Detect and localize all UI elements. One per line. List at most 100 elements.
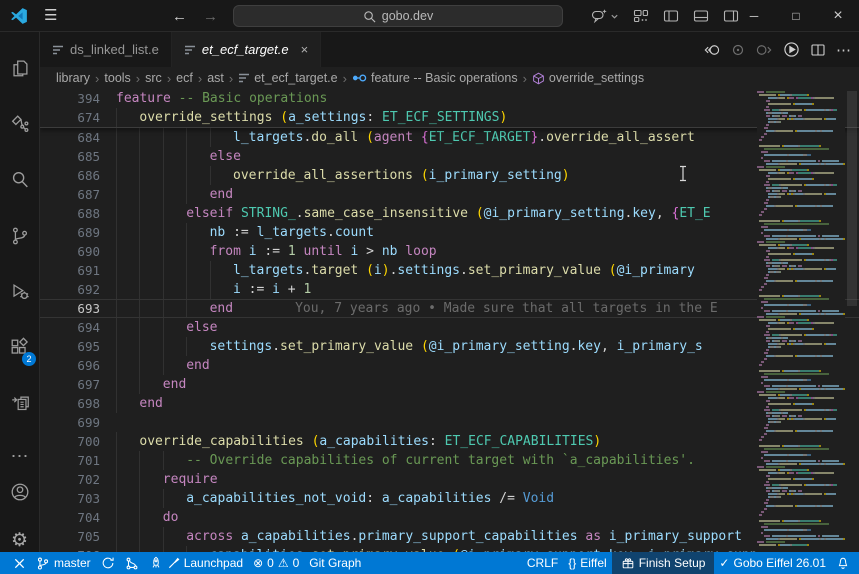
source-control-icon[interactable] (0, 216, 39, 256)
code-line-700[interactable]: 700 override_capabilities (a_capabilities… (40, 432, 859, 451)
nav-circle-icon[interactable] (730, 42, 746, 58)
code-line-703[interactable]: 703 a_capabilities_not_void: a_capabiliti… (40, 489, 859, 508)
editor-scrollbar[interactable] (845, 89, 859, 552)
breadcrumb-item[interactable]: library (56, 71, 90, 85)
breadcrumb-item[interactable]: src (145, 71, 162, 85)
line-number[interactable]: 704 (40, 508, 100, 527)
line-number[interactable]: 695 (40, 337, 100, 356)
search-view-icon[interactable] (0, 160, 39, 200)
code-editor[interactable]: 394 feature -- Basic operations 674 overrid… (40, 89, 859, 552)
code-line-697[interactable]: 697 end (40, 375, 859, 394)
tab-ds_linked_list-e[interactable]: ds_linked_list.e (40, 32, 172, 67)
remote-indicator[interactable] (8, 552, 31, 574)
line-number[interactable]: 394 (40, 89, 100, 108)
run-debug-icon[interactable] (0, 272, 39, 312)
minimap[interactable] (757, 89, 845, 552)
code-line-693[interactable]: 693 end You, 7 years ago • Made sure that … (40, 299, 859, 318)
customize-layout-icon[interactable] (633, 8, 649, 24)
notifications-bell[interactable] (831, 552, 855, 574)
line-number[interactable]: 698 (40, 394, 100, 413)
line-number[interactable]: 701 (40, 451, 100, 470)
line-number[interactable]: 697 (40, 375, 100, 394)
line-number[interactable]: 693 (40, 300, 100, 317)
launchpad-item[interactable]: Launchpad (144, 552, 248, 574)
toggle-sidebar-icon[interactable] (663, 8, 679, 24)
code-line-686[interactable]: 686 override_all_assertions (i_primary_se… (40, 166, 859, 185)
git-branch-item[interactable]: master (31, 552, 96, 574)
code-line-698[interactable]: 698 end (40, 394, 859, 413)
code-line-705[interactable]: 705 across a_capabilities.primary_support… (40, 527, 859, 546)
nav-back-circle-icon[interactable] (703, 42, 720, 58)
line-number[interactable]: 674 (40, 108, 100, 127)
line-number[interactable]: 688 (40, 204, 100, 223)
command-center-search[interactable]: gobo.dev (233, 5, 563, 27)
sticky-scroll[interactable]: 394 feature -- Basic operations 674 overrid… (40, 89, 859, 128)
line-number[interactable]: 703 (40, 489, 100, 508)
code-line-704[interactable]: 704 do (40, 508, 859, 527)
line-number[interactable]: 687 (40, 185, 100, 204)
sync-button[interactable] (96, 552, 120, 574)
maximize-button[interactable]: □ (775, 0, 817, 32)
line-number[interactable]: 686 (40, 166, 100, 185)
environment-item[interactable]: ✓ Gobo Eiffel 26.01 (714, 552, 831, 574)
line-number[interactable]: 691 (40, 261, 100, 280)
code-line-690[interactable]: 690 from i := 1 until i > nb loop (40, 242, 859, 261)
breadcrumb-item[interactable]: ecf (176, 71, 193, 85)
additional-views-icon[interactable]: ⋯ (0, 436, 39, 476)
explorer-icon[interactable] (0, 48, 39, 88)
nav-back-arrow[interactable]: ← (172, 8, 187, 25)
line-number[interactable]: 694 (40, 318, 100, 337)
breadcrumb-item[interactable]: ast (207, 71, 224, 85)
nav-forward-arrow[interactable]: → (203, 8, 218, 25)
minimize-button[interactable]: ─ (733, 0, 775, 32)
breadcrumb-item[interactable]: tools (104, 71, 130, 85)
line-number[interactable]: 690 (40, 242, 100, 261)
nav-forward-circle-icon[interactable] (756, 42, 773, 58)
line-number[interactable]: 692 (40, 280, 100, 299)
code-line-691[interactable]: 691 l_targets.target (i).settings.set_pri… (40, 261, 859, 280)
code-line-702[interactable]: 702 require (40, 470, 859, 489)
line-number[interactable]: 700 (40, 432, 100, 451)
line-number[interactable]: 696 (40, 356, 100, 375)
git-graph-button[interactable]: Git Graph (304, 552, 366, 574)
tab-close-icon[interactable]: × (301, 42, 309, 57)
tab-et_ecf_target-e[interactable]: et_ecf_target.e × (171, 32, 322, 67)
code-line-394[interactable]: 394 feature -- Basic operations (40, 89, 859, 108)
finish-setup-item[interactable]: Finish Setup (611, 552, 715, 574)
graph-edit-extension-icon[interactable] (0, 104, 39, 144)
code-line-701[interactable]: 701 -- Override capabilities of current t… (40, 451, 859, 470)
menu-icon[interactable]: ☰ (44, 0, 57, 32)
eol-indicator[interactable]: CRLF (522, 552, 563, 574)
code-line-688[interactable]: 688 elseif STRING_.same_case_insensitive … (40, 204, 859, 223)
code-line-689[interactable]: 689 nb := l_targets.count (40, 223, 859, 242)
language-mode[interactable]: {} Eiffel (563, 552, 611, 574)
code-line-685[interactable]: 685 else (40, 147, 859, 166)
line-number[interactable]: 684 (40, 128, 100, 147)
line-number[interactable]: 689 (40, 223, 100, 242)
code-line-692[interactable]: 692 i := i + 1 (40, 280, 859, 299)
run-icon[interactable] (783, 41, 800, 58)
code-line-694[interactable]: 694 else (40, 318, 859, 337)
extensions-icon[interactable]: 2 (0, 328, 39, 368)
breadcrumb-item[interactable]: override_settings (532, 71, 644, 85)
line-number[interactable]: 705 (40, 527, 100, 546)
code-line-695[interactable]: 695 settings.set_primary_value (@i_primar… (40, 337, 859, 356)
code-line-674[interactable]: 674 override_settings (a_settings: ET_ECF… (40, 108, 859, 127)
close-button[interactable]: × (817, 0, 859, 32)
code-line-684[interactable]: 684 l_targets.do_all (agent {ET_ECF_TARGE… (40, 128, 859, 147)
toggle-panel-icon[interactable] (693, 8, 709, 24)
split-editor-icon[interactable] (810, 42, 826, 58)
line-number[interactable]: 685 (40, 147, 100, 166)
code-line-699[interactable]: 699 (40, 413, 859, 432)
breadcrumb-item[interactable]: et_ecf_target.e (238, 71, 338, 85)
scrollbar-thumb[interactable] (847, 91, 857, 306)
code-line-687[interactable]: 687 end (40, 185, 859, 204)
line-number[interactable]: 702 (40, 470, 100, 489)
copilot-button[interactable] (591, 8, 619, 24)
git-graph-view-button[interactable] (120, 552, 144, 574)
docs-extension-icon[interactable] (0, 384, 39, 424)
problems-item[interactable]: ⊗ 0 ⚠ 0 (248, 552, 304, 574)
code-line-696[interactable]: 696 end (40, 356, 859, 375)
more-actions-icon[interactable]: ⋯ (836, 41, 851, 59)
account-icon[interactable] (0, 472, 39, 512)
